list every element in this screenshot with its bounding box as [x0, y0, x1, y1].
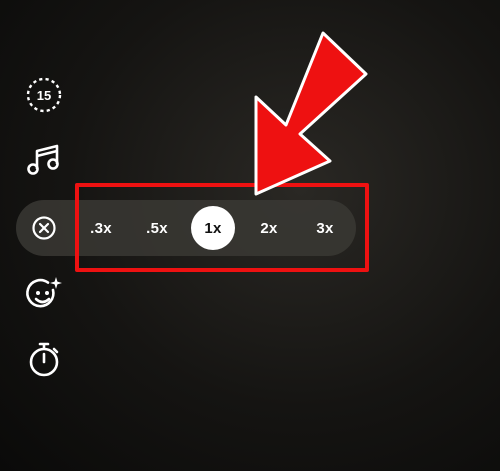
effects-button[interactable] [24, 275, 64, 315]
close-speed-button[interactable] [24, 208, 64, 248]
timer-15-icon: 15 [26, 77, 62, 113]
face-effects-icon [26, 277, 62, 308]
countdown-timer-button[interactable] [24, 340, 64, 380]
stopwatch-icon [29, 342, 59, 377]
timer-15-button[interactable]: 15 [24, 75, 64, 115]
timer-duration-label: 15 [37, 88, 51, 103]
music-button[interactable] [24, 140, 64, 180]
music-note-icon [27, 144, 59, 175]
highlight-annotation-box [75, 183, 369, 272]
close-circle-icon [32, 216, 56, 240]
